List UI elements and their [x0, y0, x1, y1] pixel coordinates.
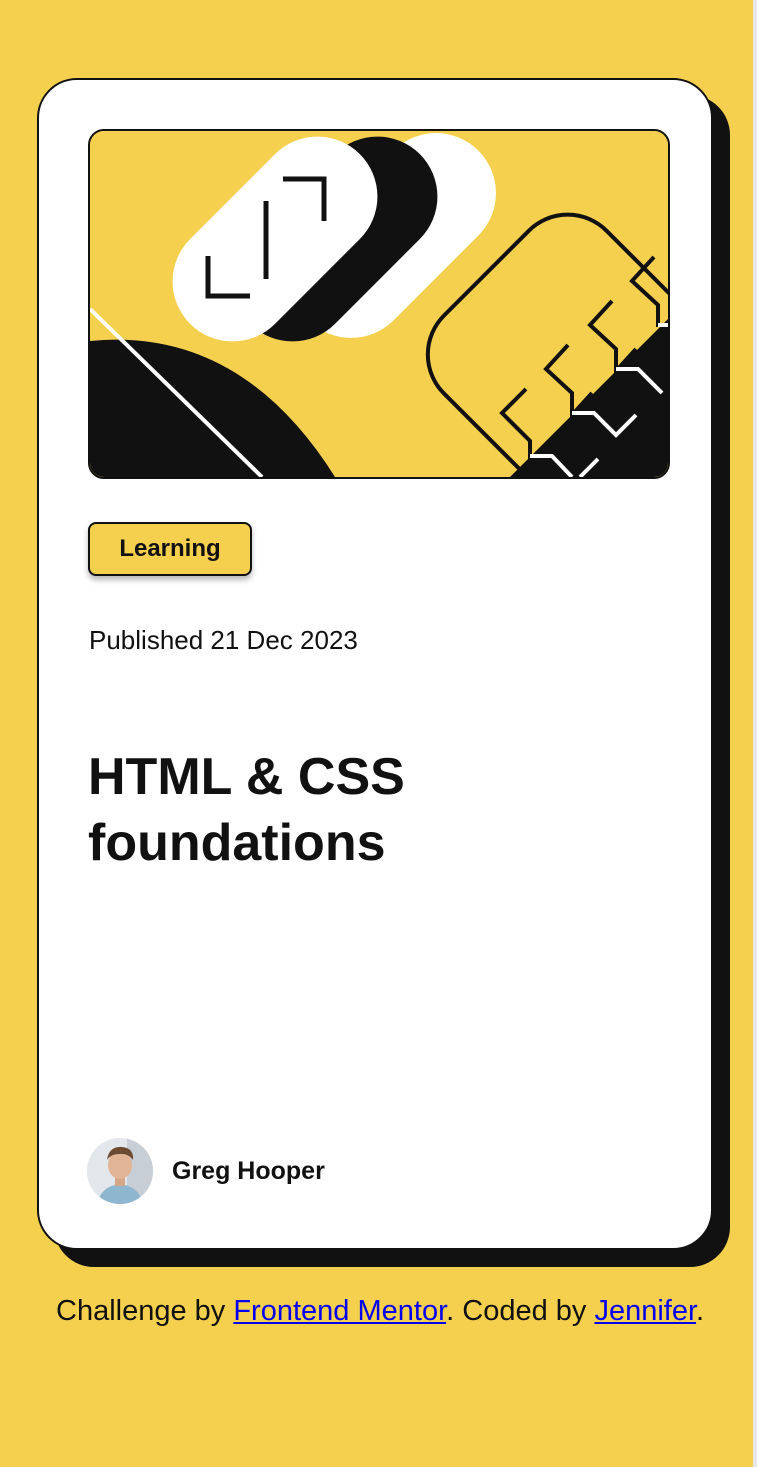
attribution-suffix: . — [696, 1295, 705, 1327]
attribution-prefix: Challenge by — [56, 1295, 234, 1327]
author-profile-link[interactable]: Jennifer — [594, 1295, 696, 1327]
blog-preview-card: Learning Published 21 Dec 2023 HTML & CS… — [37, 78, 713, 1250]
attribution: Challenge by Frontend Mentor. Coded by J… — [56, 1292, 706, 1331]
author-name: Greg Hooper — [172, 1157, 325, 1185]
publish-date: Published 21 Dec 2023 — [89, 625, 358, 655]
viewport-scrollbar-edge — [753, 0, 757, 1467]
frontend-mentor-link[interactable]: Frontend Mentor — [233, 1295, 446, 1327]
illustration-article-icon — [90, 131, 668, 477]
category-tag[interactable]: Learning — [88, 522, 252, 576]
author-avatar — [87, 1138, 153, 1204]
article-illustration — [88, 129, 670, 479]
attribution-middle: . Coded by — [446, 1295, 595, 1327]
article-title[interactable]: HTML & CSS foundations — [88, 744, 648, 876]
author-avatar-image — [87, 1138, 153, 1204]
